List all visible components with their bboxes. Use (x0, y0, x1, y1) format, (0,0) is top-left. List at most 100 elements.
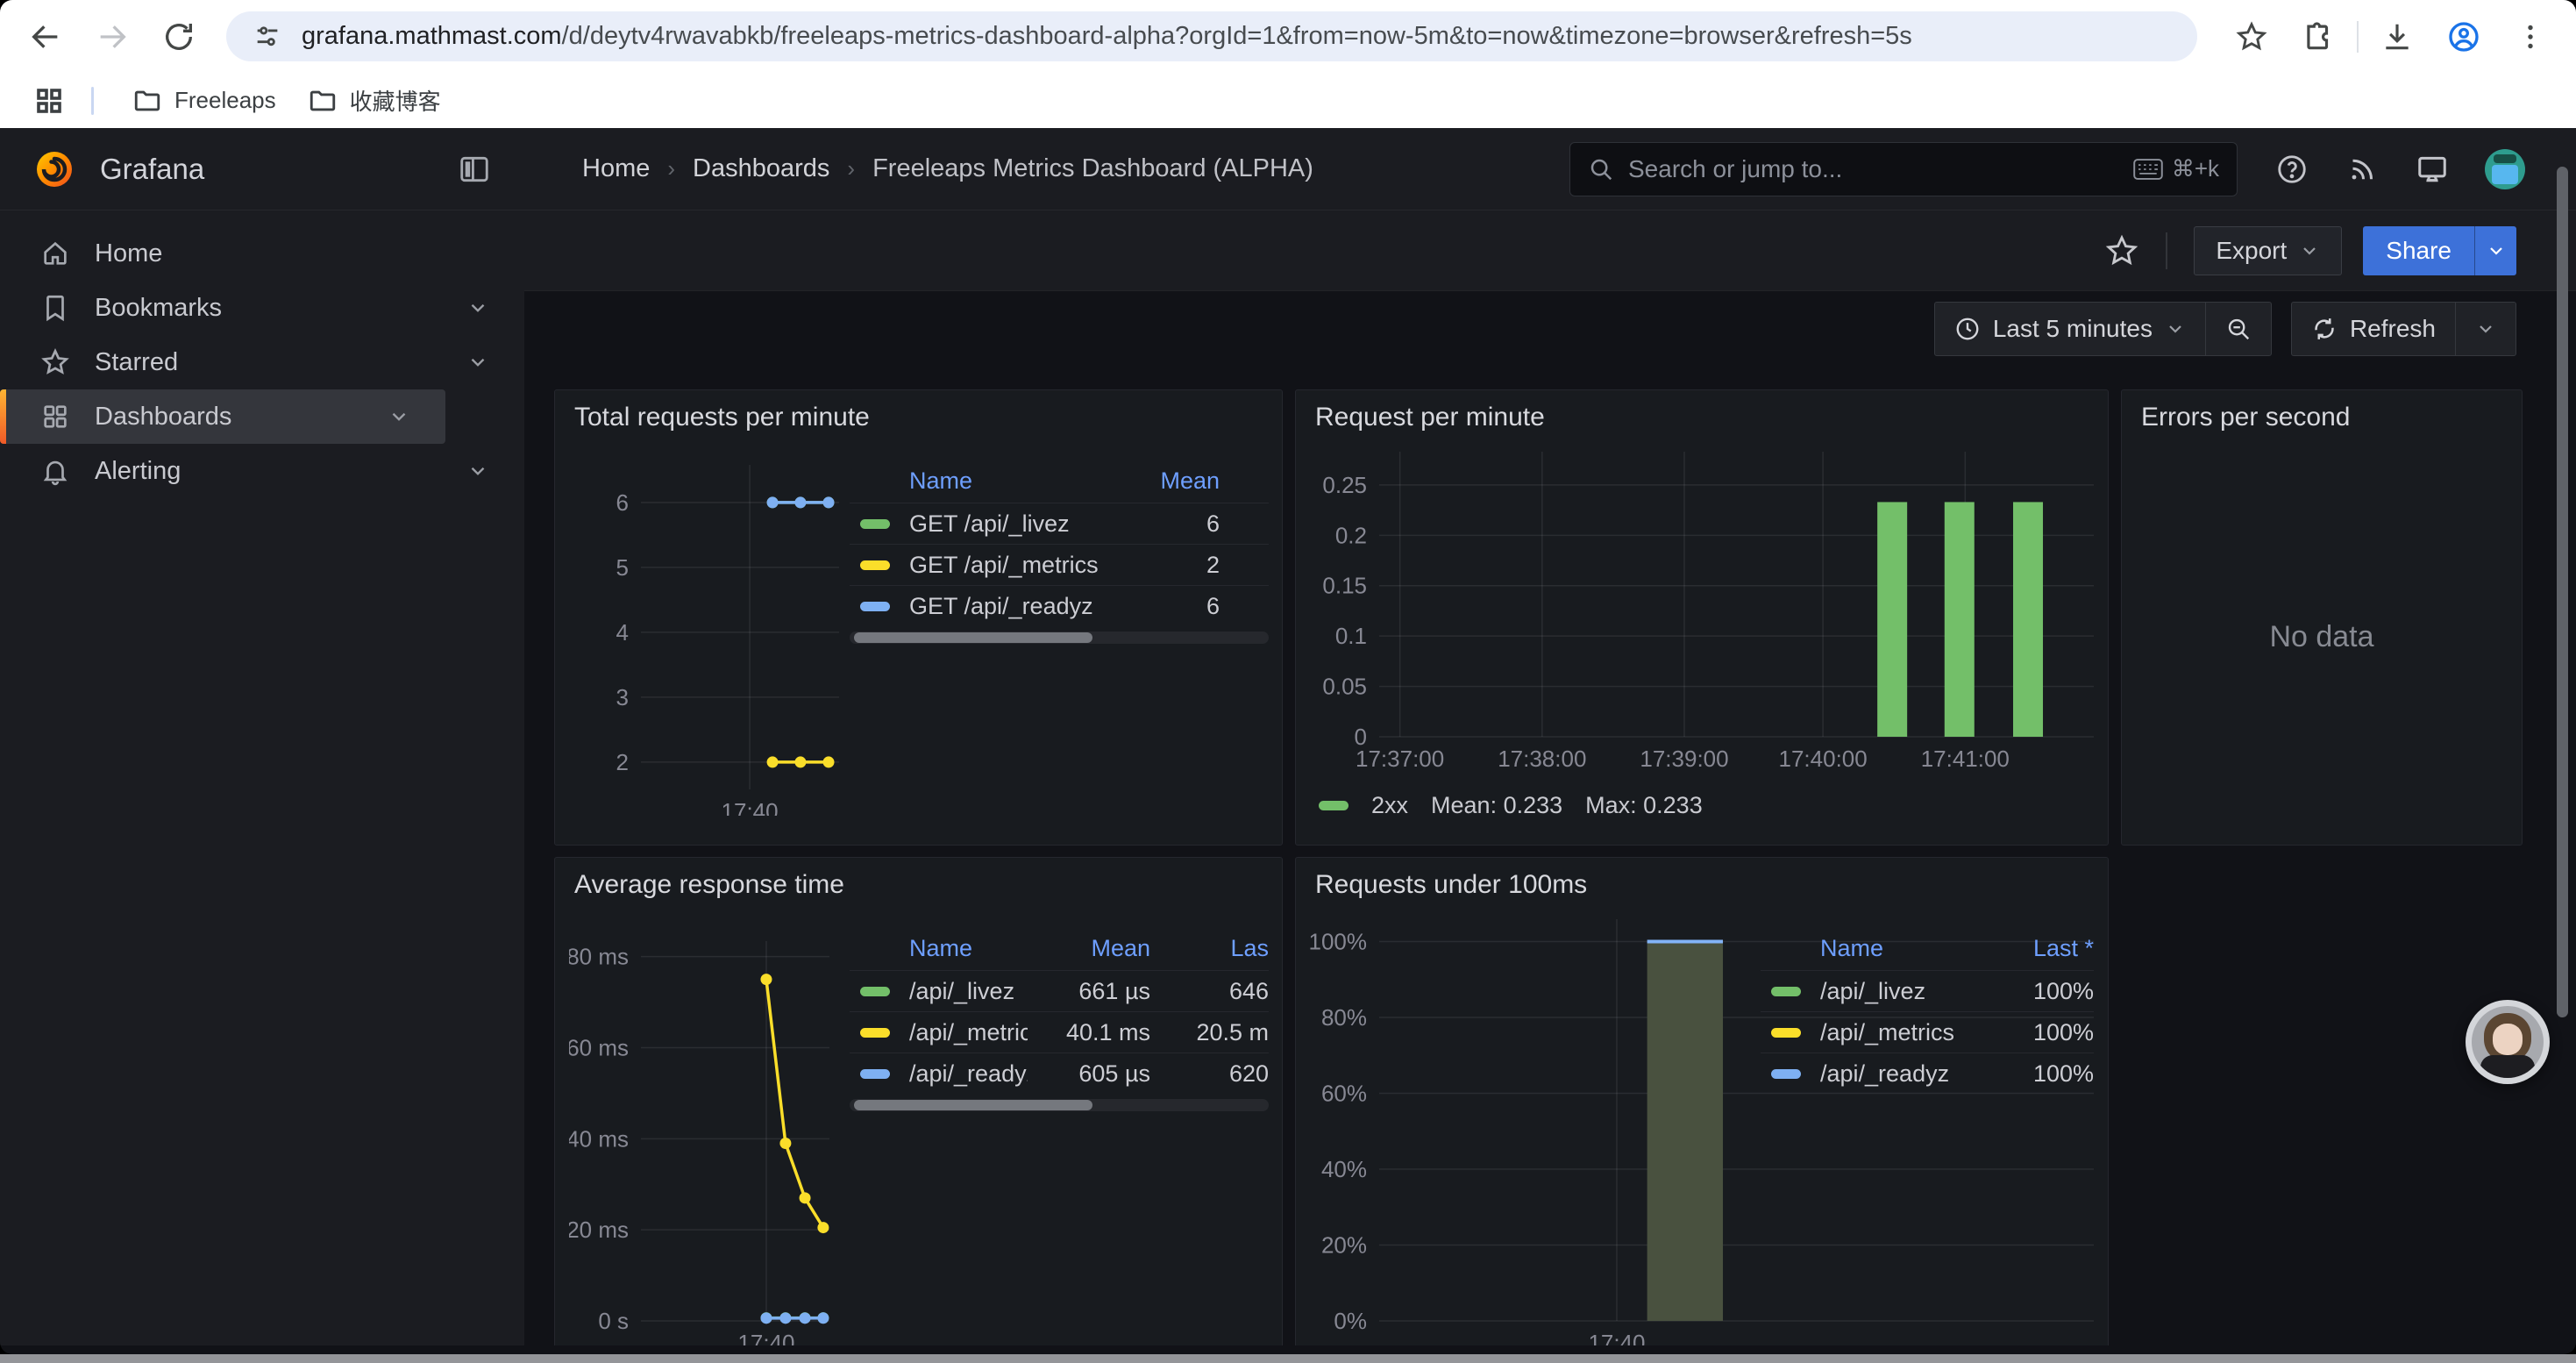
downloads-button[interactable] (2374, 14, 2420, 60)
panel-title[interactable]: Average response time (574, 870, 844, 900)
bookmark-folder-freeleaps[interactable]: Freeleaps (117, 79, 292, 123)
panel-request-per-minute[interactable]: Request per minute 0.250.20.150.10.05017… (1295, 389, 2109, 846)
legend-line[interactable]: 2xx Mean: 0.233 Max: 0.233 (1319, 792, 1703, 819)
panel-total-requests[interactable]: Total requests per minute 6543217:40 Nam… (554, 389, 1283, 846)
kebab-menu-icon (2515, 21, 2546, 53)
bookmark-folder-blogs[interactable]: 收藏博客 (292, 77, 457, 124)
legend-row[interactable]: /api/_metrics 100% (1761, 1011, 2094, 1053)
series-color-pill[interactable] (860, 1028, 890, 1038)
panel-title[interactable]: Request per minute (1315, 403, 1545, 432)
series-color-pill[interactable] (860, 602, 890, 611)
user-avatar[interactable] (2485, 149, 2525, 189)
svg-text:6: 6 (616, 489, 629, 516)
page-scrollbar[interactable] (2557, 167, 2568, 1017)
header-icons (2274, 149, 2525, 189)
chevron-down-icon[interactable] (466, 296, 489, 319)
sidebar-item-dashboards[interactable]: Dashboards (0, 389, 445, 444)
legend-row[interactable]: /api/_livez 100% (1761, 970, 2094, 1011)
profile-icon (2446, 19, 2481, 54)
share-menu-button[interactable] (2474, 226, 2516, 275)
legend-col-mean[interactable]: Mean (1141, 467, 1220, 495)
svg-text:0.05: 0.05 (1322, 674, 1367, 700)
breadcrumb-home[interactable]: Home (582, 154, 650, 183)
news-button[interactable] (2345, 152, 2380, 187)
sidebar-item-home[interactable]: Home (0, 226, 524, 281)
url-bar[interactable]: grafana.mathmast.com/d/deytv4rwavabkb/fr… (226, 11, 2197, 61)
svg-text:20%: 20% (1321, 1232, 1367, 1259)
chevron-down-icon[interactable] (466, 460, 489, 482)
forward-button[interactable] (89, 14, 135, 60)
profile-button[interactable] (2441, 14, 2487, 60)
time-picker-group: Last 5 minutes (1934, 302, 2272, 356)
series-color-pill[interactable] (860, 987, 890, 996)
panel-title[interactable]: Total requests per minute (574, 403, 870, 432)
series-last: 646 (1150, 978, 1269, 1005)
series-color-pill[interactable] (1771, 987, 1801, 996)
chevron-down-icon[interactable] (466, 351, 489, 374)
series-color-pill[interactable] (860, 519, 890, 529)
dashboards-grid-icon (40, 402, 70, 432)
time-range-picker[interactable]: Last 5 minutes (1935, 303, 2205, 355)
legend-scrollbar[interactable] (850, 632, 1269, 644)
apps-button[interactable] (26, 78, 72, 124)
legend-scrollbar[interactable] (850, 1099, 1269, 1111)
panel-title[interactable]: Requests under 100ms (1315, 870, 1587, 900)
series-color-pill[interactable] (1771, 1069, 1801, 1079)
assistant-avatar-widget[interactable] (2466, 1000, 2550, 1084)
refresh-interval-button[interactable] (2455, 303, 2516, 355)
extensions-button[interactable] (2295, 14, 2341, 60)
legend-row[interactable]: /api/_readyz 605 µs 620 (850, 1053, 1269, 1094)
legend-col-name[interactable]: Name (850, 467, 1141, 495)
timeseries-chart[interactable]: 80 ms60 ms40 ms20 ms0 s17:40 (569, 941, 841, 1345)
bar-chart[interactable]: 0.250.20.150.10.05017:37:0017:38:0017:39… (1299, 452, 2102, 767)
refresh-button[interactable]: Refresh (2292, 303, 2455, 355)
home-icon (40, 239, 70, 268)
legend-table: Name Mean Las /api/_livez 661 µs 646 (850, 926, 1269, 1111)
legend-row[interactable]: GET /api/_readyz 6 (850, 585, 1269, 626)
actions-divider (2166, 232, 2167, 269)
series-color-pill[interactable] (860, 560, 890, 570)
timeseries-chart[interactable]: 6543217:40 (590, 465, 853, 816)
kiosk-button[interactable] (2415, 152, 2450, 187)
legend-col-last[interactable]: Last * (1989, 935, 2094, 962)
legend-row[interactable]: /api/_livez 661 µs 646 (850, 970, 1269, 1011)
legend-row[interactable]: /api/_metrics 40.1 ms 20.5 m (850, 1011, 1269, 1053)
zoom-out-button[interactable] (2205, 303, 2271, 355)
series-name: GET /api/_readyz (909, 593, 1141, 620)
panel-requests-under-100ms[interactable]: Requests under 100ms 100%80%60%40%20%0%1… (1295, 857, 2109, 1345)
help-button[interactable] (2274, 152, 2309, 187)
collapse-sidebar-icon[interactable] (458, 153, 491, 186)
favorite-dashboard-button[interactable] (2104, 233, 2139, 268)
share-button[interactable]: Share (2363, 226, 2474, 275)
scrollbar-thumb[interactable] (854, 1100, 1092, 1110)
sidebar-item-bookmarks[interactable]: Bookmarks (0, 281, 524, 335)
sidebar-item-alerting[interactable]: Alerting (0, 444, 524, 498)
legend-col-last[interactable]: Las (1150, 935, 1269, 962)
scrollbar-thumb[interactable] (854, 632, 1092, 643)
panel-title[interactable]: Errors per second (2141, 403, 2350, 432)
legend-col-mean[interactable]: Mean (1028, 935, 1150, 962)
chevron-down-icon[interactable] (388, 405, 410, 428)
bookmark-folder-label: Freeleaps (174, 87, 276, 114)
back-button[interactable] (23, 14, 68, 60)
site-settings-icon[interactable] (253, 22, 282, 52)
chevron-down-icon (2165, 318, 2186, 339)
legend-row[interactable]: GET /api/_livez 6 (850, 503, 1269, 544)
search-input[interactable]: Search or jump to... ⌘+k (1569, 142, 2238, 196)
browser-menu-button[interactable] (2508, 14, 2553, 60)
series-color-pill[interactable] (860, 1069, 890, 1079)
panel-errors-per-second[interactable]: Errors per second No data (2121, 389, 2523, 846)
legend-row[interactable]: /api/_readyz 100% (1761, 1053, 2094, 1094)
grafana-logo[interactable] (33, 148, 75, 190)
reload-button[interactable] (156, 14, 202, 60)
legend-col-name[interactable]: Name (1761, 935, 1989, 962)
series-name: GET /api/_metrics (909, 552, 1141, 579)
panel-avg-response-time[interactable]: Average response time 80 ms60 ms40 ms20 … (554, 857, 1283, 1345)
legend-row[interactable]: GET /api/_metrics 2 (850, 544, 1269, 585)
legend-col-name[interactable]: Name (850, 935, 1028, 962)
bookmark-star-button[interactable] (2229, 14, 2274, 60)
breadcrumb-dashboards[interactable]: Dashboards (693, 154, 829, 183)
series-color-pill[interactable] (1771, 1028, 1801, 1038)
export-button[interactable]: Export (2194, 226, 2342, 275)
sidebar-item-starred[interactable]: Starred (0, 335, 524, 389)
